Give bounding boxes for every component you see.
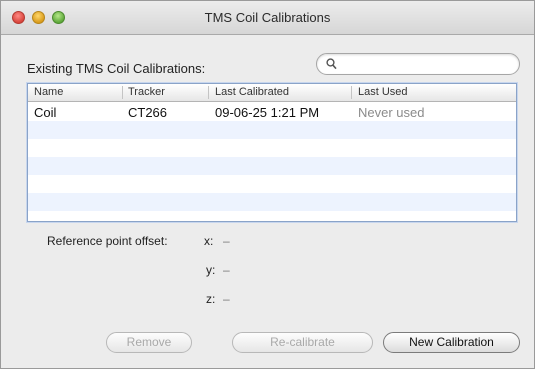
empty-table-row: [28, 139, 516, 157]
column-header-last-used[interactable]: Last Used: [358, 86, 408, 98]
cell-name: Coil: [34, 105, 57, 120]
cell-last-calibrated: 09-06-25 1:21 PM: [215, 105, 320, 120]
calibrations-table[interactable]: Name Tracker Last Calibrated Last Used C…: [27, 83, 517, 222]
empty-table-row: [28, 121, 516, 139]
title-bar[interactable]: TMS Coil Calibrations: [1, 1, 534, 35]
search-input[interactable]: [341, 56, 515, 74]
offset-y-label: y:: [206, 263, 216, 277]
remove-button[interactable]: Remove: [106, 332, 192, 353]
search-field[interactable]: [316, 53, 520, 75]
column-divider: [208, 86, 209, 99]
offset-z-value: –: [223, 292, 230, 306]
window-title: TMS Coil Calibrations: [204, 10, 331, 25]
search-icon: [326, 58, 337, 70]
cell-last-used: Never used: [358, 105, 425, 120]
offset-y-value: –: [223, 263, 230, 277]
column-divider: [351, 86, 352, 99]
offset-x-value: –: [223, 234, 230, 248]
offset-x-label: x:: [204, 234, 214, 248]
empty-table-row: [28, 175, 516, 193]
new-calibration-button[interactable]: New Calibration: [383, 332, 520, 353]
column-header-name[interactable]: Name: [34, 86, 63, 98]
reference-offset-label: Reference point offset:: [47, 234, 168, 248]
column-divider: [122, 86, 123, 99]
table-header: Name Tracker Last Calibrated Last Used: [28, 84, 516, 102]
offset-z-label: z:: [206, 292, 216, 306]
table-row[interactable]: Coil CT266 09-06-25 1:21 PM Never used: [28, 103, 516, 121]
empty-table-row: [28, 193, 516, 211]
column-header-last-calibrated[interactable]: Last Calibrated: [215, 86, 289, 98]
empty-table-row: [28, 157, 516, 175]
column-header-tracker[interactable]: Tracker: [128, 86, 165, 98]
calibrations-window: TMS Coil Calibrations Existing TMS Coil …: [0, 0, 535, 369]
recalibrate-button[interactable]: Re-calibrate: [232, 332, 373, 353]
calibrations-list-label: Existing TMS Coil Calibrations:: [27, 61, 206, 76]
cell-tracker: CT266: [128, 105, 168, 120]
